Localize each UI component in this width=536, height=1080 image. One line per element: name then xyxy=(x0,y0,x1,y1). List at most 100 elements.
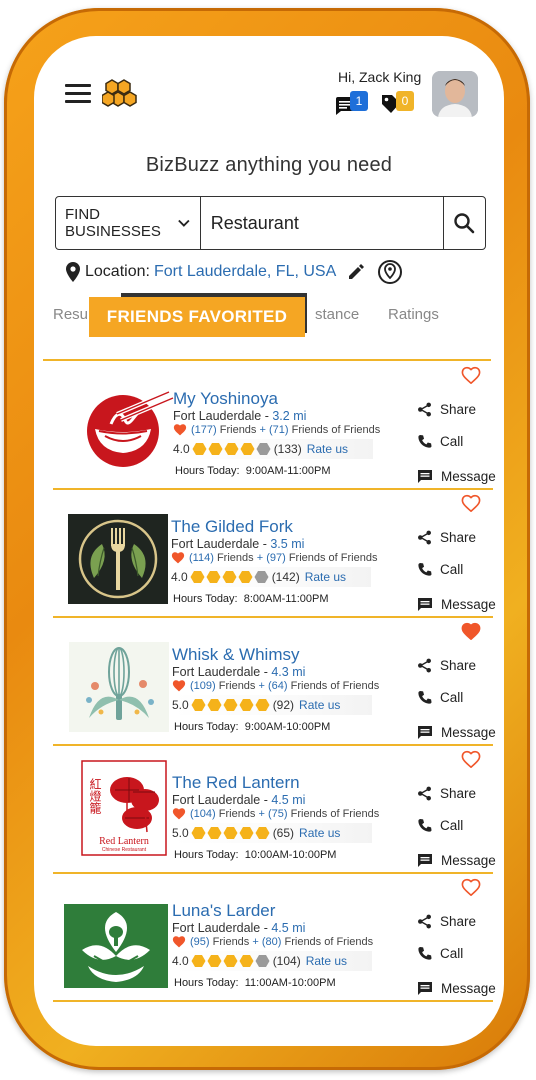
search-input[interactable] xyxy=(200,197,443,249)
favorite-heart-icon[interactable] xyxy=(461,622,481,641)
tab-distance[interactable]: stance xyxy=(315,306,359,323)
tab-ratings[interactable]: Ratings xyxy=(388,306,439,323)
rating-hex-icon xyxy=(190,571,205,583)
search-button[interactable] xyxy=(442,197,485,249)
share-button[interactable]: Share xyxy=(417,786,476,801)
phone-icon xyxy=(418,562,432,576)
listing-distance: 4.5 mi xyxy=(271,793,306,807)
call-button[interactable]: Call xyxy=(417,946,463,961)
listing-name[interactable]: Whisk & Whimsy xyxy=(172,645,300,665)
call-button[interactable]: Call xyxy=(417,818,463,833)
listing-hours: Hours Today: 8:00AM-11:00PM xyxy=(173,593,329,605)
listing-rating: 5.0 (92) Rate us xyxy=(172,695,372,715)
user-avatar[interactable] xyxy=(432,71,478,117)
whisk-whimsy-logo xyxy=(69,642,169,732)
listing-name[interactable]: The Gilded Fork xyxy=(171,517,293,537)
message-button[interactable]: Message xyxy=(417,853,496,868)
listing-name[interactable]: My Yoshinoya xyxy=(173,389,278,409)
favorite-toggle[interactable] xyxy=(461,878,481,901)
location-value[interactable]: Fort Lauderdale, FL, USA xyxy=(154,263,336,281)
listing-thumbnail[interactable] xyxy=(64,904,168,994)
share-button[interactable]: Share xyxy=(417,658,476,673)
bizbuzz-honeycomb-logo[interactable] xyxy=(102,78,140,110)
red-lantern-logo-subtitle: Chinese Restaurant xyxy=(102,847,147,853)
rating-hex-icon xyxy=(223,699,238,711)
rating-hex-icon xyxy=(239,827,254,839)
rate-us-link[interactable]: Rate us xyxy=(299,698,340,712)
favorite-toggle[interactable] xyxy=(461,622,481,645)
search-category-select[interactable]: FIND BUSINESSES xyxy=(56,197,201,249)
rating-hex-icon xyxy=(191,699,206,711)
search-bar: FIND BUSINESSES xyxy=(55,196,486,250)
friends-of-friends-label: Friends of Friends xyxy=(290,679,380,692)
favorite-toggle[interactable] xyxy=(461,750,481,773)
share-label: Share xyxy=(440,658,477,673)
listing-friends: (114) Friends + (97) Friends of Friends xyxy=(171,551,377,564)
friends-count: (177) xyxy=(191,423,217,436)
rate-us-link[interactable]: Rate us xyxy=(305,570,346,584)
listing-card[interactable]: Luna's Larder Fort Lauderdale - 4.5 mi (… xyxy=(53,874,496,1002)
favorite-toggle[interactable] xyxy=(461,494,481,517)
favorite-heart-icon[interactable] xyxy=(461,494,481,513)
message-icon xyxy=(418,598,432,611)
messages-notification[interactable]: 1 xyxy=(334,91,368,117)
favorite-heart-icon[interactable] xyxy=(461,878,481,897)
listing-card[interactable]: Whisk & Whimsy Fort Lauderdale - 4.3 mi … xyxy=(53,618,496,746)
rate-us-link[interactable]: Rate us xyxy=(299,826,340,840)
rating-hex-icon xyxy=(255,827,270,839)
friends-of-friends-label: Friends of Friends xyxy=(290,807,380,820)
share-button[interactable]: Share xyxy=(417,530,476,545)
friends-heart-icon xyxy=(171,552,185,564)
listing-card[interactable]: My Yoshinoya Fort Lauderdale - 3.2 mi (1… xyxy=(53,362,496,490)
friends-count: (95) xyxy=(190,935,210,948)
message-button[interactable]: Message xyxy=(417,981,496,996)
listing-location: Fort Lauderdale - 4.3 mi xyxy=(172,665,305,679)
app-screen: Hi, Zack King 1 0 BizBuzz anything you n… xyxy=(34,36,504,1046)
favorite-heart-icon[interactable] xyxy=(461,366,481,385)
edit-pencil-icon[interactable] xyxy=(346,262,366,282)
favorite-heart-icon[interactable] xyxy=(461,750,481,769)
tab-friends-favorited[interactable]: FRIENDS FAVORITED xyxy=(89,297,305,337)
tab-results[interactable]: Resu xyxy=(53,306,88,323)
friends-of-friends-count: (64) xyxy=(268,679,288,692)
listing-city: Fort Lauderdale - xyxy=(173,409,273,423)
rate-us-link[interactable]: Rate us xyxy=(307,442,348,456)
share-button[interactable]: Share xyxy=(417,402,476,417)
listing-card[interactable]: The Gilded Fork Fort Lauderdale - 3.5 mi… xyxy=(53,490,496,618)
call-button[interactable]: Call xyxy=(417,562,463,577)
rating-hex-icon xyxy=(208,443,223,455)
hours-label: Hours Today: xyxy=(173,593,238,605)
review-count: (142) xyxy=(271,570,300,584)
friends-of-friends-label: Friends of Friends xyxy=(288,551,378,564)
share-button[interactable]: Share xyxy=(417,914,476,929)
call-button[interactable]: Call xyxy=(417,434,463,449)
favorite-toggle[interactable] xyxy=(461,366,481,389)
review-count: (133) xyxy=(273,442,302,456)
listing-thumbnail[interactable] xyxy=(69,642,169,732)
friends-of-friends-count: (80) xyxy=(261,935,282,948)
message-button[interactable]: Message xyxy=(417,597,496,612)
locate-me-icon[interactable] xyxy=(376,258,404,286)
tags-notification[interactable]: 0 xyxy=(380,91,414,117)
location-label: Location: xyxy=(85,263,150,280)
hamburger-menu-icon[interactable] xyxy=(65,84,91,104)
listing-name[interactable]: Luna's Larder xyxy=(172,901,275,921)
red-lantern-logo-name: Red Lantern xyxy=(99,836,149,847)
share-icon xyxy=(418,402,431,417)
listing-name[interactable]: The Red Lantern xyxy=(172,773,300,793)
listing-thumbnail[interactable]: 紅燈籠 Red Lantern Chinese Restaurant xyxy=(81,760,181,856)
call-button[interactable]: Call xyxy=(417,690,463,705)
listing-city: Fort Lauderdale - xyxy=(172,665,272,679)
review-count: (104) xyxy=(272,954,301,968)
message-button[interactable]: Message xyxy=(417,725,496,740)
hours-label: Hours Today: xyxy=(174,721,239,733)
message-button[interactable]: Message xyxy=(417,469,496,484)
rate-us-link[interactable]: Rate us xyxy=(306,954,347,968)
rating-value: 5.0 xyxy=(172,826,189,840)
review-count: (65) xyxy=(272,826,295,840)
rating-hex-icon xyxy=(222,571,237,583)
phone-icon xyxy=(418,946,432,960)
listing-thumbnail[interactable] xyxy=(68,514,168,604)
listing-thumbnail[interactable] xyxy=(77,384,177,474)
listing-card[interactable]: 紅燈籠 Red Lantern Chinese Restaurant The R… xyxy=(53,746,496,874)
